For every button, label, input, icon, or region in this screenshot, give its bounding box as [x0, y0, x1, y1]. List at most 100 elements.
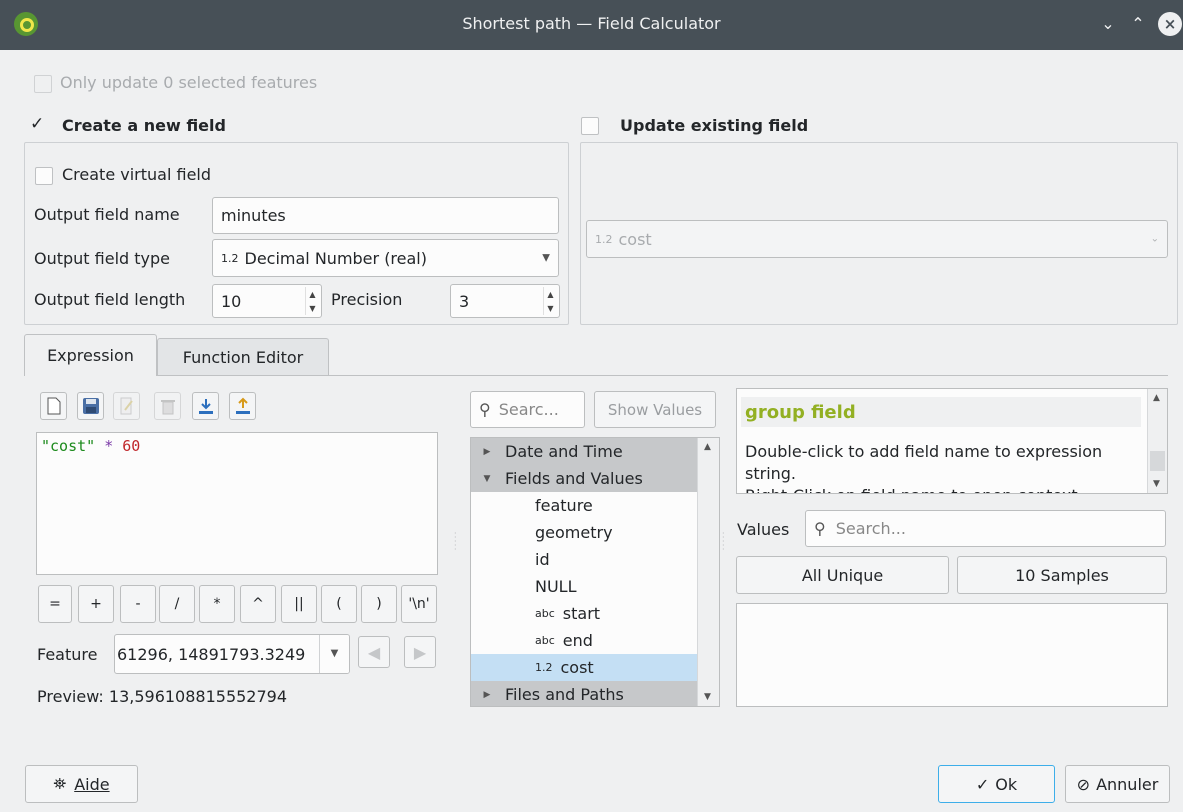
tree-item-label: feature [535, 496, 593, 515]
precision-value: 3 [459, 291, 470, 311]
output-field-name-label: Output field name [34, 205, 180, 224]
output-field-length-value: 10 [221, 291, 242, 311]
scroll-up-icon[interactable]: ▲ [704, 442, 711, 452]
scroll-thumb[interactable] [1150, 451, 1165, 471]
tree-group-label: Fields and Values [505, 469, 643, 488]
delete-icon[interactable] [154, 392, 181, 420]
splitter-handle[interactable]: · · · · · [722, 530, 725, 554]
operator-concat-button[interactable]: || [281, 585, 317, 623]
title-bar: Shortest path — Field Calculator ⌄ ⌃ × [0, 0, 1183, 50]
tree-group-fields-and-values[interactable]: ▼ Fields and Values [471, 465, 697, 492]
export-icon[interactable] [229, 392, 256, 420]
help-line: Right-Click on field name to open contex… [745, 485, 1135, 493]
cancel-icon: ⊘ [1076, 774, 1091, 794]
chevron-down-icon: ▼ [542, 252, 550, 264]
tree-item-start[interactable]: abc start [471, 600, 600, 627]
expand-arrow-icon[interactable]: ▶ [479, 690, 495, 700]
tree-item-label: end [562, 631, 593, 650]
precision-spinbox[interactable]: 3 ▲ ▼ [450, 284, 560, 318]
update-existing-checkbox[interactable] [581, 117, 599, 135]
help-scrollbar[interactable]: ▲ ▼ [1147, 389, 1167, 493]
ok-button[interactable]: ✓ Ok [938, 765, 1055, 803]
tree-item-end[interactable]: abc end [471, 627, 593, 654]
import-icon[interactable] [192, 392, 219, 420]
help-title: group field [741, 397, 1141, 427]
ten-samples-button[interactable]: 10 Samples [957, 556, 1167, 594]
function-search-placeholder: Searc... [498, 400, 559, 419]
scroll-up-icon[interactable]: ▲ [1153, 393, 1160, 403]
tree-item-cost[interactable]: 1.2 cost [471, 654, 697, 681]
spin-arrows-icon[interactable]: ▲ ▼ [305, 287, 319, 315]
help-line: Double-click to add field name to expres… [745, 442, 1103, 461]
previous-feature-button[interactable]: ◀ [358, 636, 390, 668]
operator-newline-button[interactable]: '\n' [401, 585, 437, 623]
operator-multiply-button[interactable]: * [199, 585, 235, 623]
output-field-length-spinbox[interactable]: 10 ▲ ▼ [212, 284, 322, 318]
feature-select[interactable]: 61296, 14891793.3249 ▼ [114, 634, 350, 674]
tab-expression-label: Expression [47, 346, 134, 365]
tree-item-null[interactable]: NULL [471, 573, 577, 600]
feature-value: 61296, 14891793.3249 [117, 644, 306, 664]
expression-editor[interactable]: "cost" * 60 [36, 432, 438, 575]
tree-item-label: NULL [535, 577, 577, 596]
operator-divide-button[interactable]: / [159, 585, 195, 623]
maximize-icon[interactable]: ⌃ [1126, 12, 1150, 36]
existing-field-value: cost [618, 229, 652, 249]
chevron-down-icon: ▼ [319, 635, 349, 673]
operator-open-paren-button[interactable]: ( [321, 585, 357, 623]
operator-power-button[interactable]: ^ [240, 585, 276, 623]
tree-item-id[interactable]: id [471, 546, 550, 573]
only-update-checkbox[interactable] [34, 75, 52, 93]
tree-item-feature[interactable]: feature [471, 492, 593, 519]
create-new-field-label: Create a new field [62, 116, 226, 135]
values-list[interactable] [736, 603, 1168, 707]
tree-item-label: id [535, 550, 550, 569]
output-field-name-input[interactable]: minutes [212, 197, 559, 234]
all-unique-button[interactable]: All Unique [736, 556, 949, 594]
tree-group-files-and-paths[interactable]: ▶ Files and Paths [471, 681, 697, 706]
help-panel: group field Double-click to add field na… [736, 388, 1168, 494]
tree-scrollbar[interactable]: ▲ ▼ [697, 438, 719, 706]
save-icon[interactable] [77, 392, 104, 420]
collapse-arrow-icon[interactable]: ▼ [479, 474, 495, 484]
edit-icon[interactable] [113, 392, 140, 420]
operator-minus-button[interactable]: - [120, 585, 156, 623]
splitter-handle[interactable]: · · · · · [454, 530, 457, 554]
minimize-icon[interactable]: ⌄ [1096, 12, 1120, 36]
output-field-type-label: Output field type [34, 249, 171, 268]
cancel-button[interactable]: ⊘ Annuler [1065, 765, 1170, 803]
tree-item-label: start [562, 604, 601, 623]
virtual-field-checkbox[interactable] [35, 167, 53, 185]
spin-arrows-icon[interactable]: ▲ ▼ [543, 287, 557, 315]
tree-item-label: cost [560, 658, 594, 677]
show-values-button[interactable]: Show Values [594, 391, 716, 428]
new-file-icon[interactable] [40, 392, 67, 420]
output-field-name-value: minutes [221, 206, 286, 225]
help-button[interactable]: ⛯ Aide [25, 765, 138, 803]
create-new-field-checkbox[interactable] [28, 114, 46, 135]
scroll-down-icon[interactable]: ▼ [704, 692, 711, 702]
scroll-down-icon[interactable]: ▼ [1153, 479, 1160, 489]
tree-item-geometry[interactable]: geometry [471, 519, 613, 546]
search-icon: ⚲ [814, 519, 826, 538]
function-tree[interactable]: ▶ Date and Time ▼ Fields and Values feat… [470, 437, 720, 707]
string-type-icon: abc [535, 634, 555, 647]
output-field-type-select[interactable]: 1.2 Decimal Number (real) ▼ [212, 239, 559, 277]
expression-field-token: "cost" [41, 437, 96, 455]
function-search-input[interactable]: ⚲ Searc... [470, 391, 585, 428]
next-feature-button[interactable]: ▶ [404, 636, 436, 668]
cancel-button-label: Annuler [1096, 774, 1159, 794]
update-existing-label: Update existing field [620, 116, 809, 135]
tab-function-editor[interactable]: Function Editor [157, 338, 329, 375]
search-icon: ⚲ [479, 400, 491, 419]
expand-arrow-icon[interactable]: ▶ [479, 447, 495, 457]
tree-group-date-and-time[interactable]: ▶ Date and Time [471, 438, 697, 465]
operator-plus-button[interactable]: + [78, 585, 114, 623]
operator-close-paren-button[interactable]: ) [361, 585, 397, 623]
tab-expression[interactable]: Expression [24, 334, 157, 376]
values-search-input[interactable]: ⚲ Search... [805, 510, 1166, 547]
close-icon[interactable]: × [1158, 12, 1182, 36]
operator-equals-button[interactable]: = [38, 585, 72, 623]
existing-field-select[interactable]: 1.2 cost ⌄ [586, 220, 1168, 258]
tree-group-label: Date and Time [505, 442, 623, 461]
